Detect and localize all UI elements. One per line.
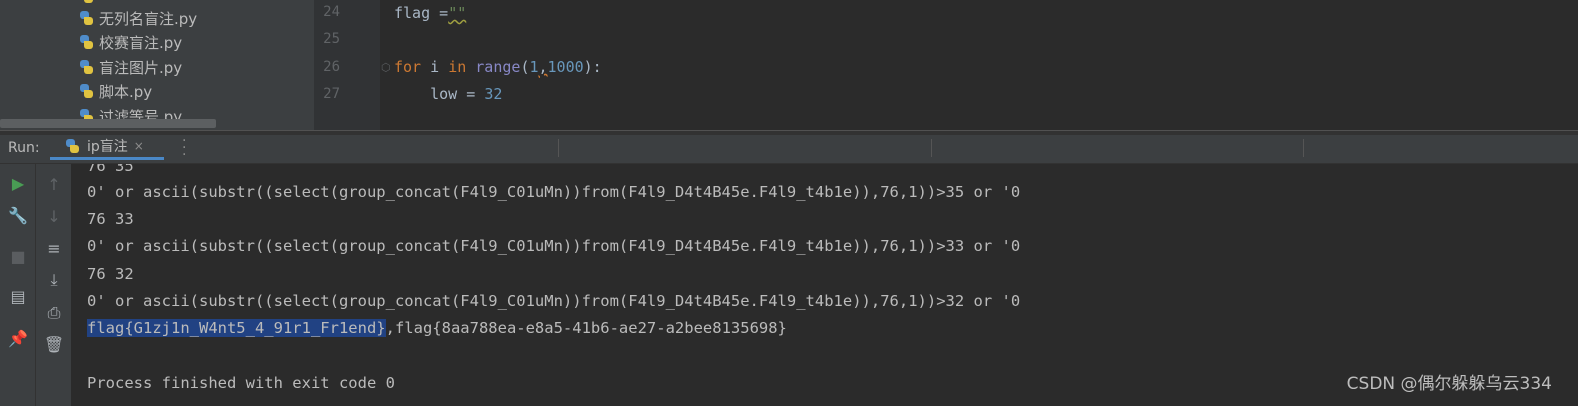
selected-text[interactable]: flag{G1zj1n_W4nt5_4_91r1_Fr1end} <box>87 319 386 337</box>
line-number: 25 <box>323 31 340 47</box>
close-tab-icon[interactable]: × <box>134 139 144 153</box>
code-line-24: flag ="" <box>394 4 467 22</box>
divider <box>1303 139 1304 157</box>
run-actions-toolbar: ▶ 🔧 ■ ▤ 📌 <box>0 164 35 406</box>
console-line: 0' or ascii(substr((select(group_concat(… <box>87 292 1021 310</box>
tree-file-label: 盲注图片.py <box>99 58 183 77</box>
console-line: 0' or ascii(substr((select(group_concat(… <box>87 237 1021 255</box>
line-number: 24 <box>323 4 340 20</box>
soft-wrap-icon[interactable]: ≡ <box>42 236 66 260</box>
python-file-icon <box>78 34 94 50</box>
horizontal-scrollbar[interactable] <box>0 119 216 128</box>
line-number: 27 <box>323 86 340 102</box>
code-line-27: low = 32 <box>394 85 503 103</box>
console-line-finished: Process finished with exit code 0 <box>87 374 395 392</box>
trash-icon[interactable]: 🗑 <box>42 332 66 356</box>
watermark: CSDN @偶尔躲躲乌云334 <box>1346 374 1552 394</box>
line-gutter: 24 25 26 27 ⬡ <box>314 0 391 130</box>
run-toolbar: Run: ip盲注 × · · · <box>0 134 1578 164</box>
more-options-icon[interactable]: · · · <box>182 134 186 162</box>
console-line-flag: flag{G1zj1n_W4nt5_4_91r1_Fr1end},flag{8a… <box>87 319 787 337</box>
stop-icon[interactable]: ■ <box>6 244 30 268</box>
line-number: 26 <box>323 59 340 75</box>
run-label: Run: <box>8 140 40 156</box>
console-actions-toolbar: ↑ ↓ ≡ ⤓ ⎙ 🗑 <box>35 164 71 406</box>
console-line: 0' or ascii(substr((select(group_concat(… <box>87 183 1021 201</box>
tree-file[interactable]: 盲注图片.py <box>78 55 182 79</box>
code-editor[interactable]: 24 25 26 27 ⬡ flag ="" for i in range(1,… <box>314 0 1578 130</box>
python-file-icon <box>78 59 94 75</box>
python-file-icon <box>78 10 94 26</box>
tree-file[interactable]: 脚本.py <box>78 79 152 103</box>
scroll-to-end-icon[interactable]: ⤓ <box>42 268 66 292</box>
rerun-icon[interactable]: ▶ <box>6 171 30 195</box>
divider <box>558 139 559 157</box>
tree-file[interactable]: 校赛盲注.py <box>78 30 182 54</box>
wrench-icon[interactable]: 🔧 <box>6 203 30 227</box>
run-tab-label: ip盲注 <box>87 139 128 155</box>
tree-file-label: 脚本.py <box>99 82 153 101</box>
print-icon[interactable]: ⎙ <box>42 301 66 325</box>
pin-icon[interactable]: 📌 <box>6 326 30 350</box>
console-line: 76 32 <box>87 265 134 283</box>
layout-icon[interactable]: ▤ <box>6 284 30 308</box>
console-line: 76 35 <box>87 164 134 175</box>
tree-file-label: 校赛盲注.py <box>99 33 183 52</box>
python-file-icon <box>78 0 94 4</box>
project-tree: 无列名盲注.py 校赛盲注.py 盲注图片.py 脚本.py 过滤等号.py <box>0 0 314 130</box>
code-line-26: for i in range(1,1000): <box>394 58 602 76</box>
console-line: 76 33 <box>87 210 134 228</box>
down-arrow-icon[interactable]: ↓ <box>42 204 66 228</box>
divider <box>931 139 932 157</box>
python-icon <box>64 138 80 154</box>
fold-marker-icon[interactable]: ⬡ <box>381 61 391 74</box>
python-file-icon <box>78 83 94 99</box>
run-tab[interactable]: ip盲注 × <box>50 135 164 160</box>
tree-file[interactable]: 无列名盲注.py <box>78 6 197 30</box>
up-arrow-icon[interactable]: ↑ <box>42 172 66 196</box>
tree-file-label: 无列名盲注.py <box>99 9 198 28</box>
